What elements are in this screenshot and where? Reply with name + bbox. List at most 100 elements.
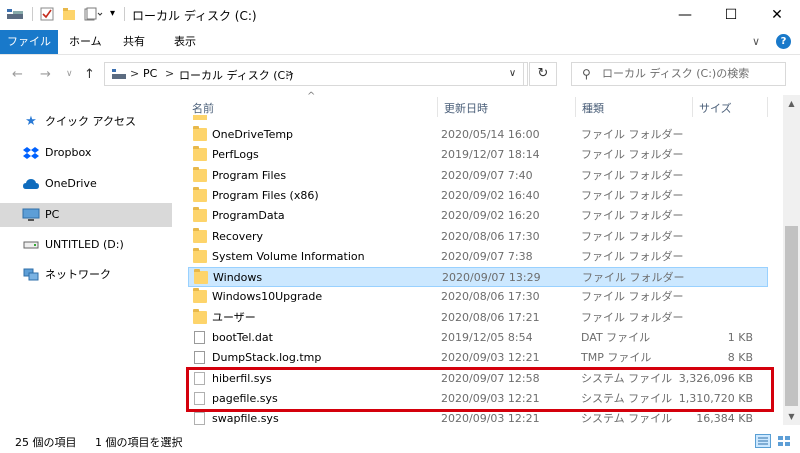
- file-date: 2020/09/07 7:40: [441, 168, 533, 182]
- table-row[interactable]: Recovery 2020/08/06 17:30 ファイル フォルダー: [188, 227, 768, 247]
- table-row[interactable]: DumpStack.log.tmp 2020/09/03 12:21 TMP ファイ…: [188, 348, 768, 368]
- file-date: 2020/09/07 13:29: [442, 271, 541, 285]
- file-type: ファイル フォルダー: [582, 271, 685, 285]
- scroll-up-icon[interactable]: ▲: [783, 95, 800, 112]
- search-icon: ⚲: [582, 67, 591, 81]
- back-button[interactable]: ←: [12, 67, 23, 82]
- table-row[interactable]: Windows 2020/09/07 13:29 ファイル フォルダー: [188, 267, 768, 288]
- table-row[interactable]: ProgramData 2020/09/02 16:20 ファイル フォルダー: [188, 206, 768, 226]
- file-size: 1 KB: [727, 331, 753, 344]
- cloud-icon: [22, 173, 40, 198]
- title-bar: ▾ ローカル ディスク (C:) — ☐ ✕: [0, 0, 800, 30]
- address-dropdown-button[interactable]: ∨: [502, 62, 524, 86]
- details-view-icon[interactable]: [755, 434, 771, 448]
- table-row[interactable]: OneDriveTemp 2020/05/14 16:00 ファイル フォルダー: [188, 125, 768, 145]
- folder-icon: [193, 227, 207, 243]
- breadcrumb-separator[interactable]: >: [285, 67, 294, 80]
- address-bar[interactable]: > PC > ローカル ディスク (C:) >: [104, 62, 528, 86]
- ribbon-collapse-icon[interactable]: ∨: [752, 30, 760, 54]
- nav-item-quick-access[interactable]: ★ クイック アクセス: [0, 111, 172, 133]
- file-type: ファイル フォルダー: [581, 229, 684, 243]
- file-date: 2020/09/02 16:20: [441, 209, 540, 223]
- file-icon: [194, 351, 205, 365]
- status-bar: 25 個の項目 1 個の項目を選択: [0, 425, 800, 453]
- nav-item-untitled-d[interactable]: UNTITLED (D:): [0, 234, 172, 256]
- item-count: 25 個の項目: [15, 436, 77, 449]
- tab-view[interactable]: 表示: [163, 30, 207, 54]
- table-row[interactable]: ユーザー 2020/08/06 17:21 ファイル フォルダー: [188, 308, 768, 328]
- refresh-button[interactable]: ↻: [529, 62, 557, 86]
- vertical-scrollbar[interactable]: ▲ ▼: [783, 95, 800, 425]
- nav-item-network[interactable]: ネットワーク: [0, 264, 172, 286]
- table-row[interactable]: Program Files 2020/09/07 7:40 ファイル フォルダー: [188, 166, 768, 186]
- breadcrumb-separator[interactable]: >: [165, 67, 174, 80]
- properties-icon[interactable]: [40, 7, 54, 21]
- folder-icon: [193, 288, 207, 304]
- up-button[interactable]: ↑: [84, 67, 95, 82]
- table-row[interactable]: bootTel.dat 2019/12/05 8:54 DAT ファイル 1 KB: [188, 328, 768, 348]
- breadcrumb-separator[interactable]: >: [130, 67, 139, 80]
- column-separator[interactable]: [767, 97, 768, 117]
- file-date: 2019/12/07 18:14: [441, 148, 540, 162]
- star-icon: ★: [25, 114, 37, 129]
- column-separator[interactable]: [437, 97, 438, 117]
- file-name: Windows10Upgrade: [212, 290, 323, 304]
- large-icons-view-icon[interactable]: [776, 434, 792, 448]
- breadcrumb-local-disk[interactable]: ローカル ディスク (C:): [179, 67, 293, 83]
- ribbon-tabs: ファイル ホーム 共有 表示 ∨ ?: [0, 30, 800, 55]
- close-button[interactable]: ✕: [754, 0, 800, 30]
- column-separator[interactable]: [575, 97, 576, 117]
- file-date: 2020/09/03 12:21: [441, 351, 540, 365]
- folder-icon: [193, 115, 207, 120]
- file-name: bootTel.dat: [212, 331, 273, 344]
- recent-locations-button[interactable]: ∨: [66, 69, 73, 79]
- file-date: 2020/09/02 16:40: [441, 188, 540, 202]
- folder-icon: [193, 126, 207, 141]
- scroll-down-icon[interactable]: ▼: [783, 408, 800, 425]
- network-icon: [22, 264, 40, 290]
- nav-item-dropbox[interactable]: Dropbox: [0, 142, 172, 164]
- tab-file[interactable]: ファイル: [0, 30, 58, 54]
- column-separator[interactable]: [692, 97, 693, 117]
- file-date: 2020/08/06 17:30: [441, 290, 540, 304]
- file-size: 8 KB: [727, 351, 753, 365]
- file-date: 2020/05/14 16:00: [441, 128, 540, 141]
- file-name: System Volume Information: [212, 249, 365, 263]
- breadcrumb-pc[interactable]: PC: [143, 67, 157, 80]
- file-name: ProgramData: [212, 209, 285, 223]
- new-folder-icon[interactable]: [62, 7, 76, 21]
- tab-share[interactable]: 共有: [112, 30, 156, 54]
- file-date: 2020/09/07 7:38: [441, 249, 533, 263]
- file-type: ファイル フォルダー: [581, 168, 684, 182]
- minimize-button[interactable]: —: [662, 0, 708, 30]
- nav-item-onedrive[interactable]: OneDrive: [0, 173, 172, 195]
- forward-button[interactable]: →: [40, 67, 51, 82]
- file-name: DumpStack.log.tmp: [212, 351, 322, 365]
- search-input[interactable]: ローカル ディスク (C:)の検索: [602, 67, 749, 80]
- folder-icon: [193, 308, 207, 324]
- help-icon[interactable]: ?: [776, 34, 791, 49]
- file-name: Recovery: [212, 229, 264, 243]
- search-box[interactable]: ⚲ ローカル ディスク (C:)の検索: [571, 62, 786, 86]
- nav-label: UNTITLED (D:): [45, 238, 124, 251]
- qat-dropdown-icon[interactable]: ▾: [110, 7, 122, 21]
- customize-qat-icon[interactable]: [84, 7, 104, 21]
- file-type: ファイル フォルダー: [581, 148, 684, 162]
- file-name: Program Files (x86): [212, 188, 319, 202]
- table-row[interactable]: System Volume Information 2020/09/07 7:38…: [188, 247, 768, 267]
- table-row[interactable]: Program Files (x86) 2020/09/02 16:40 ファイル …: [188, 186, 768, 206]
- table-row[interactable]: PerfLogs 2019/12/07 18:14 ファイル フォルダー: [188, 145, 768, 165]
- pc-icon: [111, 68, 127, 83]
- tab-home[interactable]: ホーム: [58, 30, 113, 54]
- maximize-button[interactable]: ☐: [708, 0, 754, 30]
- table-row-partial[interactable]: [188, 115, 768, 121]
- system-file-icon: [194, 412, 205, 426]
- nav-item-pc[interactable]: PC: [0, 203, 172, 227]
- scrollbar-thumb[interactable]: [785, 226, 798, 406]
- separator: [32, 7, 33, 21]
- file-type: TMP ファイル: [581, 351, 652, 365]
- table-row[interactable]: Windows10Upgrade 2020/08/06 17:30 ファイル フォル…: [188, 287, 768, 307]
- drive-icon: [22, 234, 40, 258]
- navigation-bar: ← → ∨ ↑ > PC > ローカル ディスク (C:) > ∨ ↻ ⚲ ロー…: [0, 55, 800, 95]
- folder-icon: [194, 269, 208, 285]
